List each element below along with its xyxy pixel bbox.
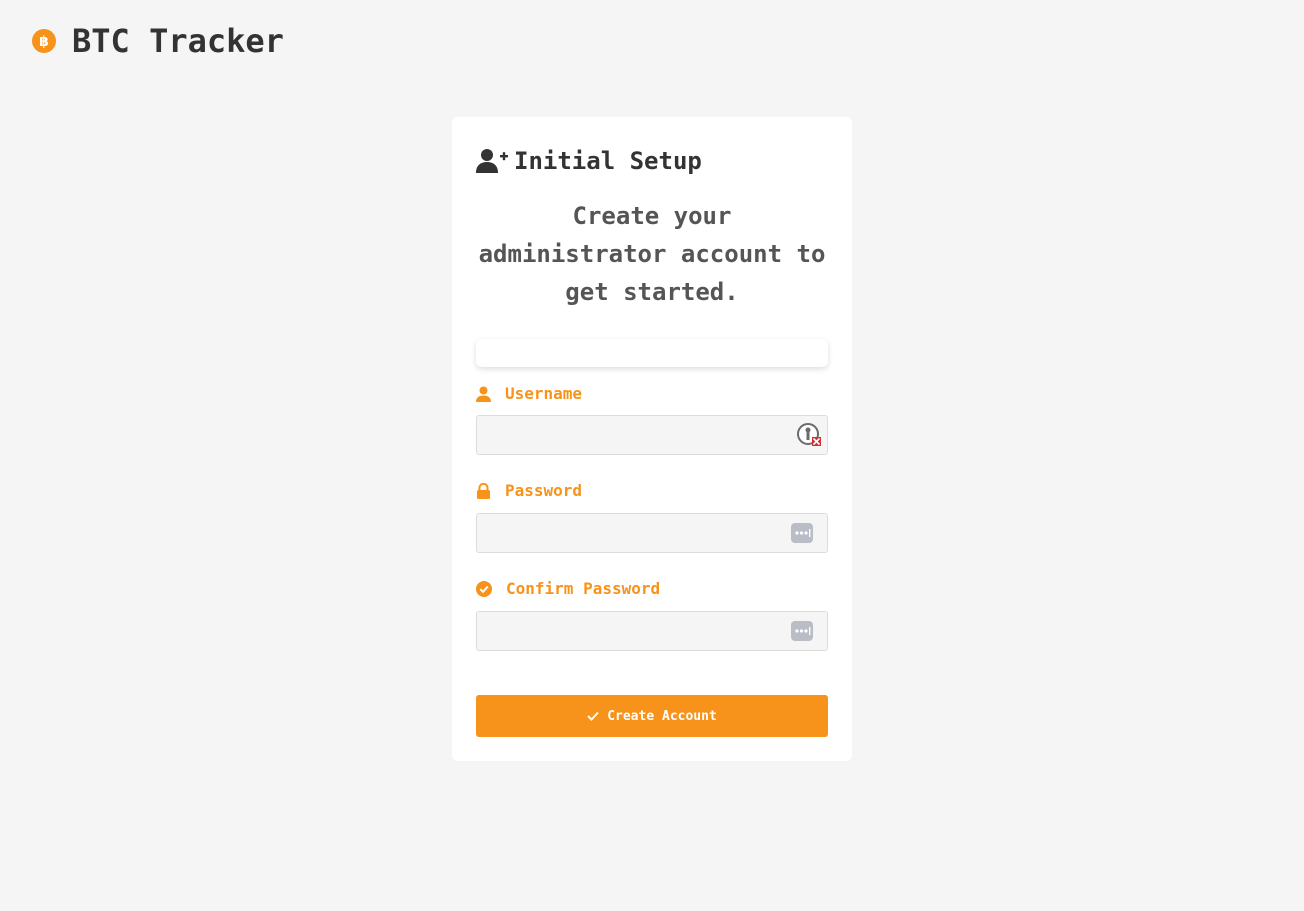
password-manager-blocked-icon[interactable] xyxy=(797,423,821,447)
setup-card: Initial Setup Create your administrator … xyxy=(452,117,852,761)
password-label: Password xyxy=(476,481,582,500)
svg-text:฿: ฿ xyxy=(39,34,49,50)
bitcoin-icon: ฿ xyxy=(32,29,56,53)
password-dots-icon[interactable] xyxy=(790,521,814,545)
username-label: Username xyxy=(476,384,582,403)
app-title: BTC Tracker xyxy=(72,22,284,60)
password-input[interactable] xyxy=(476,513,828,553)
card-header: Initial Setup xyxy=(476,147,702,175)
check-circle-icon xyxy=(476,580,492,597)
lock-icon xyxy=(477,482,490,499)
check-icon xyxy=(587,711,599,721)
card-title: Initial Setup xyxy=(514,147,702,175)
card-subtitle: Create your administrator account to get… xyxy=(478,202,826,306)
app-brand: ฿ BTC Tracker xyxy=(32,22,284,60)
confirm-password-input[interactable] xyxy=(476,611,828,651)
confirm-password-label: Confirm Password xyxy=(476,579,660,598)
message-box xyxy=(476,339,828,367)
create-account-label: Create Account xyxy=(607,708,717,724)
password-dots-icon[interactable] xyxy=(790,619,814,643)
user-icon xyxy=(476,386,491,402)
create-account-button[interactable]: Create Account xyxy=(476,695,828,737)
user-plus-icon xyxy=(476,149,508,173)
username-input[interactable] xyxy=(476,415,828,455)
